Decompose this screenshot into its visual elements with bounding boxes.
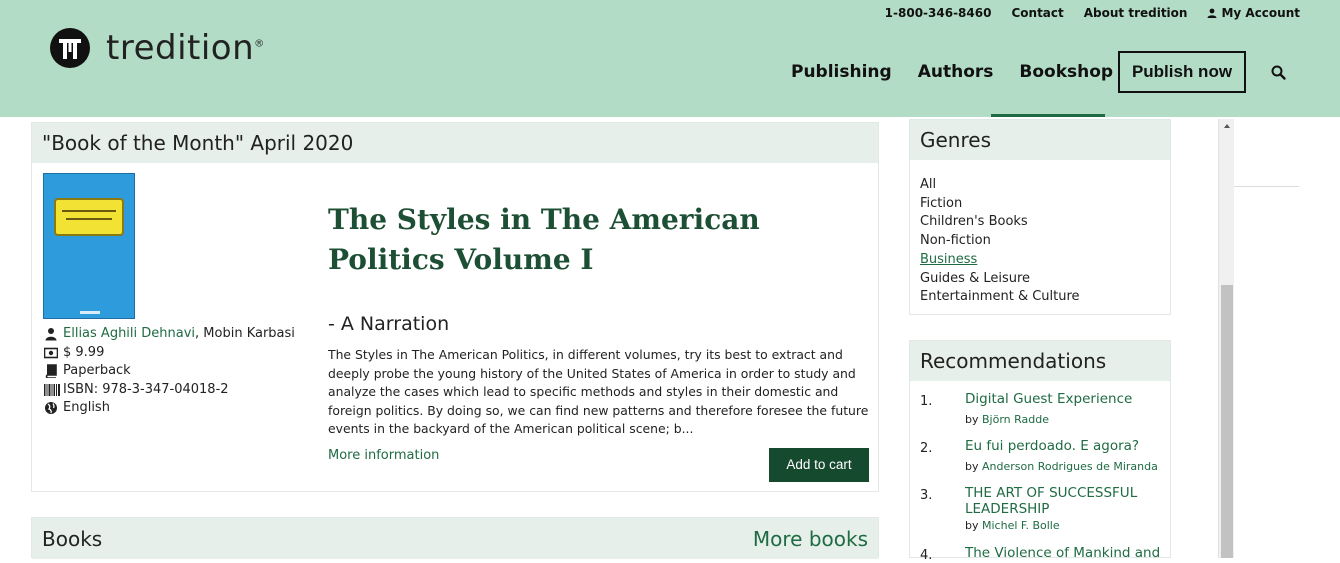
books-panel: Books More books xyxy=(31,517,879,559)
more-information-link[interactable]: More information xyxy=(328,448,439,463)
money-icon xyxy=(44,347,58,359)
genre-item-fiction[interactable]: Fiction xyxy=(920,195,1160,214)
genre-list: All Fiction Children's Books Non-fiction… xyxy=(910,160,1170,307)
rec-number: 2. xyxy=(920,441,933,456)
book-description: The Styles in The American Politics, in … xyxy=(328,347,869,437)
rec-number: 4. xyxy=(920,548,933,563)
book-subtitle: - A Narration xyxy=(328,313,450,335)
main-nav: Publishing Authors Bookshop xyxy=(778,51,1126,93)
genre-item-all[interactable]: All xyxy=(920,176,1160,195)
rec-author-link[interactable]: Michel F. Bolle xyxy=(982,519,1060,532)
rec-author-link[interactable]: Björn Radde xyxy=(982,413,1049,426)
book-meta: Ellias Aghili Dehnavi , Mobin Karbasi $ … xyxy=(44,325,295,418)
rec-number: 3. xyxy=(920,488,933,503)
nav-bookshop[interactable]: Bookshop xyxy=(1006,51,1126,93)
rec-author: by Anderson Rodrigues de Miranda xyxy=(965,460,1158,473)
more-books-link[interactable]: More books xyxy=(753,527,868,551)
rec-title-link[interactable]: Digital Guest Experience xyxy=(965,391,1165,407)
rec-number: 1. xyxy=(920,394,933,409)
book-of-month-panel: "Book of the Month" April 2020 Ellias Ag… xyxy=(31,122,879,492)
publish-now-button[interactable]: Publish now xyxy=(1118,51,1246,93)
genres-heading: Genres xyxy=(910,120,1170,160)
site-header: 1-800-346-8460 Contact About tredition M… xyxy=(0,0,1340,117)
logo-wordmark: tredition® xyxy=(106,28,265,68)
phone-link[interactable]: 1-800-346-8460 xyxy=(885,6,992,20)
rec-author: by Björn Radde xyxy=(965,413,1050,426)
books-heading-bar: Books More books xyxy=(32,518,878,559)
genre-item-non-fiction[interactable]: Non-fiction xyxy=(920,232,1160,251)
user-icon xyxy=(1207,8,1217,18)
recommendations-panel: Recommendations 1. Digital Guest Experie… xyxy=(909,340,1171,563)
book-cover[interactable] xyxy=(43,173,135,319)
author-link[interactable]: Ellias Aghili Dehnavi xyxy=(63,325,195,344)
tredition-logo-icon xyxy=(50,28,90,68)
rec-author: by Michel F. Bolle xyxy=(965,519,1060,532)
author-row: Ellias Aghili Dehnavi , Mobin Karbasi xyxy=(44,325,295,344)
barcode-icon xyxy=(44,383,60,396)
co-author-text: , Mobin Karbasi xyxy=(195,326,295,341)
genres-panel: Genres All Fiction Children's Books Non-… xyxy=(909,119,1171,315)
nav-publishing[interactable]: Publishing xyxy=(778,51,905,93)
language-row: English xyxy=(44,399,295,418)
top-links: 1-800-346-8460 Contact About tredition M… xyxy=(885,6,1300,20)
format: Paperback xyxy=(63,363,131,378)
sidebar-scrollbar[interactable] xyxy=(1218,119,1234,558)
search-icon[interactable] xyxy=(1270,64,1288,82)
nav-active-indicator xyxy=(991,114,1105,117)
language: English xyxy=(63,400,110,415)
rec-title-link[interactable]: THE ART OF SUCCESSFUL LEADERSHIP xyxy=(965,485,1165,517)
recommendations-heading: Recommendations xyxy=(910,341,1170,381)
book-title[interactable]: The Styles in The American Politics Volu… xyxy=(328,200,868,280)
scroll-up-arrow-icon[interactable] xyxy=(1219,119,1235,133)
cover-publisher-mark xyxy=(80,311,100,314)
scrollbar-thumb[interactable] xyxy=(1221,285,1233,558)
tredition-logo[interactable]: tredition® xyxy=(50,28,265,68)
cover-title-plate xyxy=(54,198,124,236)
isbn: ISBN: 978-3-347-04018-2 xyxy=(63,381,229,397)
price-row: $ 9.99 xyxy=(44,344,295,363)
my-account-label: My Account xyxy=(1221,6,1300,20)
user-icon xyxy=(45,328,57,341)
about-link[interactable]: About tredition xyxy=(1084,6,1188,20)
rec-author-link[interactable]: Anderson Rodrigues de Miranda xyxy=(982,460,1158,473)
format-row: Paperback xyxy=(44,362,295,381)
add-to-cart-button[interactable]: Add to cart xyxy=(769,448,869,482)
right-divider xyxy=(1234,186,1299,187)
nav-authors[interactable]: Authors xyxy=(905,51,1007,93)
rec-title-link[interactable]: The Violence of Mankind and xyxy=(965,545,1165,561)
genre-item-childrens-books[interactable]: Children's Books xyxy=(920,213,1160,232)
contact-link[interactable]: Contact xyxy=(1011,6,1063,20)
books-heading: Books xyxy=(42,526,103,551)
isbn-row: ISBN: 978-3-347-04018-2 xyxy=(44,381,295,400)
genre-item-business[interactable]: Business xyxy=(920,251,1160,270)
genre-item-guides-leisure[interactable]: Guides & Leisure xyxy=(920,270,1160,289)
book-icon xyxy=(45,364,57,379)
price: $ 9.99 xyxy=(63,344,105,360)
book-of-month-heading: "Book of the Month" April 2020 xyxy=(32,123,878,163)
globe-icon xyxy=(45,402,57,415)
rec-title-link[interactable]: Eu fui perdoado. E agora? xyxy=(965,438,1165,454)
genre-item-entertainment-culture[interactable]: Entertainment & Culture xyxy=(920,288,1160,307)
my-account-link[interactable]: My Account xyxy=(1207,6,1300,20)
